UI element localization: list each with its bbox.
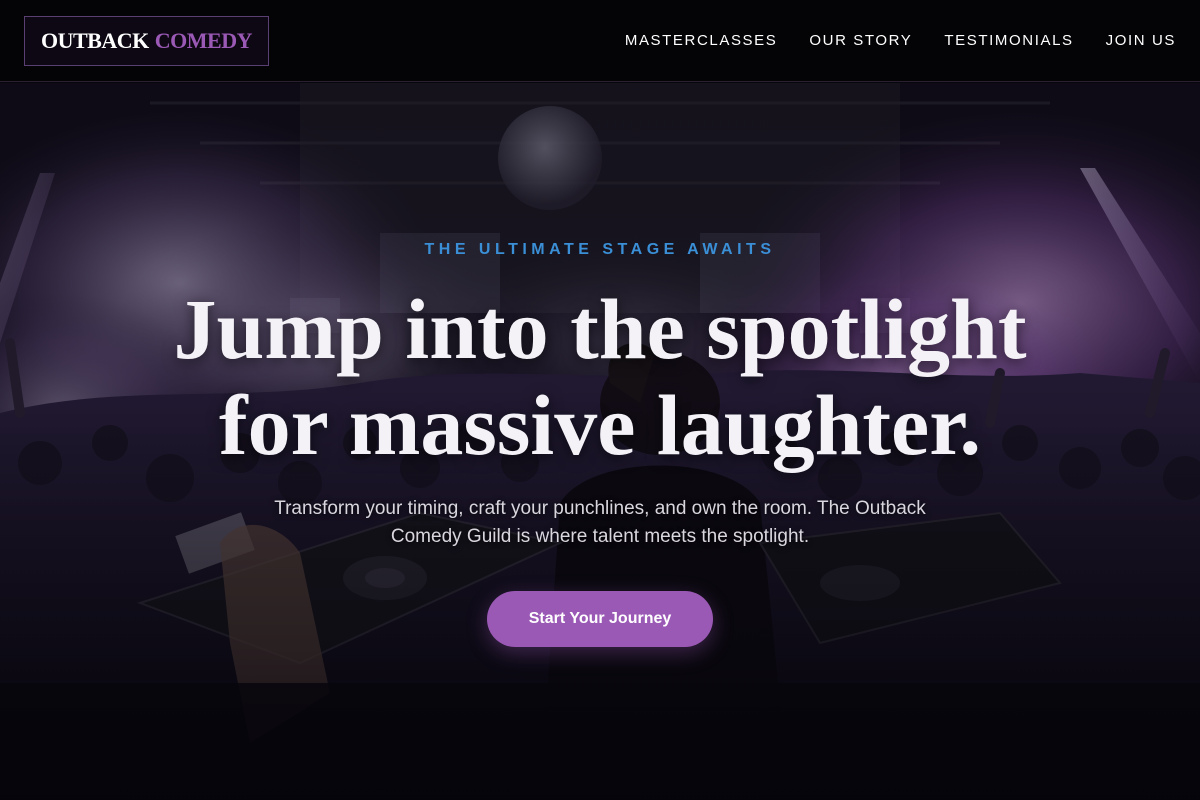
brand-name-primary: OUTBACK [41,27,149,53]
headline-line-2: for massive laughter. [218,377,982,473]
nav-link-join-us[interactable]: JOIN US [1106,32,1176,49]
site-header: OUTBACK COMEDY MASTERCLASSES OUR STORY T… [0,0,1200,82]
headline-line-1: Jump into the spotlight [173,281,1027,377]
main-nav: MASTERCLASSES OUR STORY TESTIMONIALS JOI… [625,32,1176,49]
start-journey-button[interactable]: Start Your Journey [487,591,713,647]
hero-section: THE ULTIMATE STAGE AWAITS Jump into the … [0,83,1200,800]
nav-link-masterclasses[interactable]: MASTERCLASSES [625,32,778,49]
brand-name-accent: COMEDY [154,27,253,53]
hero-subtext: Transform your timing, craft your punchl… [274,498,926,547]
nav-link-testimonials[interactable]: TESTIMONIALS [944,32,1073,49]
hero-eyebrow: THE ULTIMATE STAGE AWAITS [424,241,776,258]
brand-logo[interactable]: OUTBACK COMEDY [24,15,269,66]
hero-headline: Jump into the spotlight for massive laug… [0,281,1200,473]
nav-link-our-story[interactable]: OUR STORY [809,32,912,49]
hero-content: THE ULTIMATE STAGE AWAITS Jump into the … [0,83,1200,800]
